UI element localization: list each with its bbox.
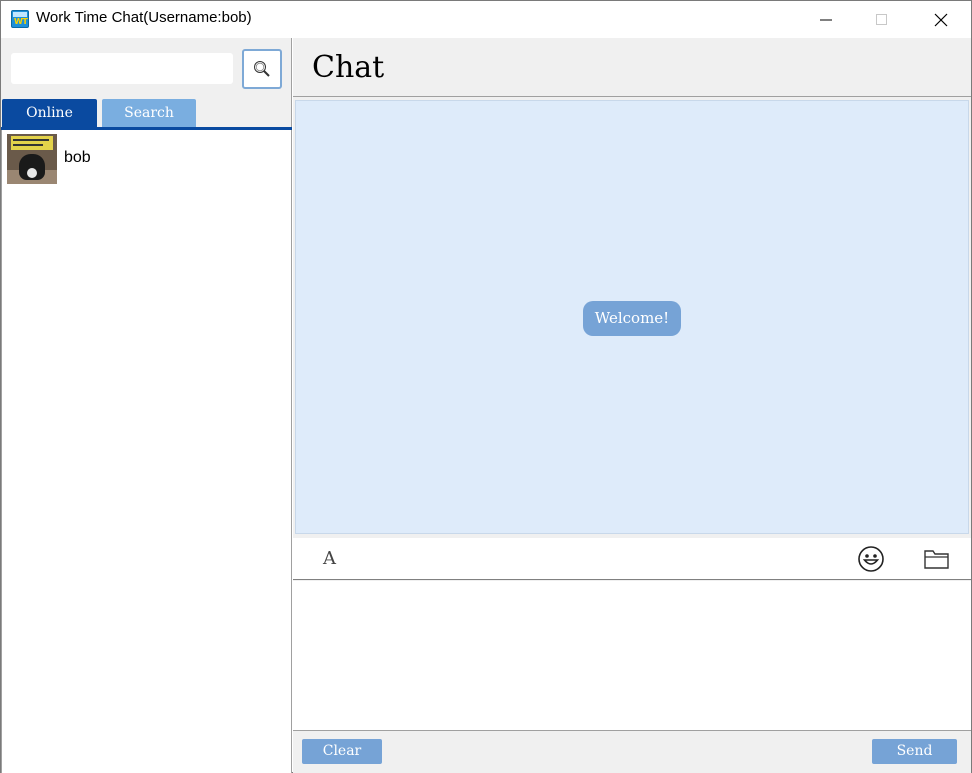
- app-icon: WT: [11, 10, 29, 28]
- message-input[interactable]: [293, 581, 971, 730]
- app-icon-text: WT: [14, 17, 28, 26]
- tab-search[interactable]: Search: [102, 99, 196, 127]
- close-icon: [934, 13, 948, 27]
- chat-header: Chat: [293, 38, 971, 97]
- smiley-icon: [858, 546, 884, 572]
- avatar: [7, 134, 57, 184]
- user-list-item[interactable]: bob: [7, 134, 287, 184]
- folder-icon: [924, 550, 949, 569]
- close-button[interactable]: [912, 1, 971, 38]
- title-bar: WT Work Time Chat(Username:bob): [1, 1, 971, 38]
- tab-bar: Online Search: [1, 99, 292, 130]
- window-title: Work Time Chat(Username:bob): [36, 9, 252, 26]
- tab-online[interactable]: Online: [2, 99, 97, 127]
- minimize-icon: [820, 19, 832, 21]
- online-user-list: bob: [1, 130, 291, 773]
- emoji-button[interactable]: [857, 545, 885, 573]
- app-window: WT Work Time Chat(Username:bob) Online S…: [0, 0, 972, 773]
- maximize-icon: [876, 14, 887, 25]
- left-panel: Online Search bob: [1, 38, 292, 773]
- chat-panel: Chat Welcome! A Clear Send: [293, 38, 971, 773]
- user-name: bob: [64, 149, 91, 166]
- clear-button[interactable]: Clear: [302, 739, 382, 764]
- search-input[interactable]: [11, 53, 233, 84]
- system-message: Welcome!: [583, 301, 681, 336]
- message-area[interactable]: Welcome!: [295, 100, 969, 534]
- search-button[interactable]: [242, 49, 282, 89]
- maximize-button[interactable]: [853, 1, 912, 38]
- action-bar: Clear Send: [293, 730, 971, 773]
- search-bar: [1, 38, 291, 99]
- font-button[interactable]: A: [323, 548, 336, 569]
- message-toolbar: A: [293, 538, 971, 580]
- chat-title: Chat: [312, 50, 385, 85]
- send-button[interactable]: Send: [872, 739, 957, 764]
- file-button[interactable]: [923, 547, 951, 571]
- minimize-button[interactable]: [797, 1, 856, 38]
- search-icon: [254, 61, 270, 77]
